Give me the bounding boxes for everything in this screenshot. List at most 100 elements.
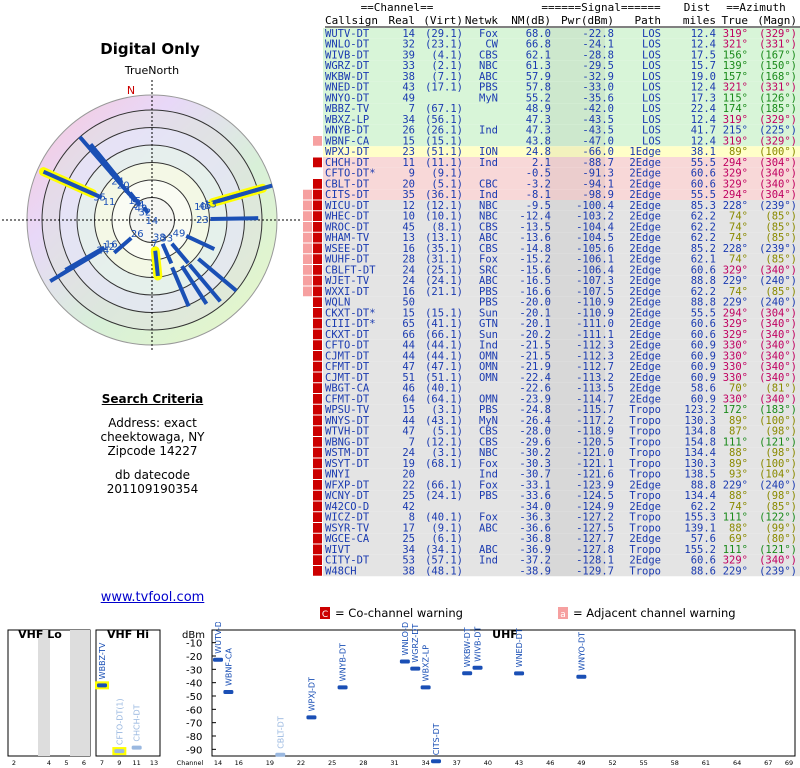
criteria-city: cheektowaga, NY bbox=[100, 430, 205, 444]
table-col-header: Real bbox=[389, 14, 416, 27]
adj-channel-flag bbox=[303, 189, 312, 200]
co-channel-flag bbox=[313, 329, 322, 340]
band-label: VHF Hi bbox=[107, 628, 149, 641]
station-label: WNED-DT bbox=[515, 628, 524, 667]
x-tick-label: 4 bbox=[47, 759, 51, 767]
y-tick-label: -50 bbox=[186, 692, 202, 703]
table-cell: -129.7 bbox=[576, 565, 614, 577]
station-mark bbox=[420, 685, 431, 690]
station-mark bbox=[275, 752, 286, 757]
station-label: WBNF-CA bbox=[224, 648, 233, 686]
co-channel-flag bbox=[313, 533, 322, 544]
station-label: CITS-DT bbox=[432, 723, 441, 755]
table-cell: (48.1) bbox=[425, 565, 463, 577]
x-tick-label: 16 bbox=[235, 759, 243, 767]
gap-band bbox=[38, 630, 50, 756]
table-col-header: Netwk bbox=[465, 14, 498, 27]
x-tick-label: 43 bbox=[515, 759, 523, 767]
co-channel-flag bbox=[313, 383, 322, 393]
co-channel-flag bbox=[313, 372, 322, 383]
adj-channel-flag bbox=[303, 211, 312, 221]
y-tick-label: -30 bbox=[186, 665, 202, 676]
station-label: CHCH-DT bbox=[133, 704, 142, 741]
x-tick-label: 13 bbox=[150, 759, 158, 767]
table-col-header: NM(dB) bbox=[511, 14, 551, 27]
page-title: Digital Only bbox=[100, 40, 200, 58]
co-channel-flag bbox=[313, 458, 322, 469]
site-link[interactable]: www.tvfool.com bbox=[60, 590, 245, 605]
polar-station-label: 23 bbox=[196, 215, 209, 226]
x-tick-label: 5 bbox=[64, 759, 68, 767]
table-group-header: ==Azimuth bbox=[726, 1, 786, 14]
adj-channel-flag bbox=[303, 222, 312, 232]
station-label: WNYB-DT bbox=[339, 643, 348, 681]
x-tick-label: 69 bbox=[785, 759, 793, 767]
station-mark bbox=[576, 674, 587, 679]
co-channel-flag bbox=[313, 512, 322, 522]
x-tick-label: 19 bbox=[266, 759, 274, 767]
polar-plot: TrueNorthN242091534433214351110451323493… bbox=[2, 64, 300, 350]
y-tick-label: -60 bbox=[186, 705, 202, 716]
table-col-header: True bbox=[722, 14, 749, 27]
adj-channel-flag bbox=[313, 136, 322, 146]
co-channel-flag bbox=[313, 200, 322, 211]
co-channel-flag bbox=[313, 469, 322, 479]
polar-station-label: 24 bbox=[97, 246, 110, 257]
y-tick-label: -10 bbox=[186, 639, 202, 650]
co-channel-flag bbox=[313, 523, 322, 533]
table-cell: (21.1) bbox=[425, 286, 463, 298]
polar-n-letter: N bbox=[127, 84, 135, 97]
table-group-header: Dist bbox=[684, 1, 711, 14]
table-cell: ABC bbox=[479, 522, 498, 534]
x-tick-label: 46 bbox=[546, 759, 554, 767]
table-cell: Ind bbox=[479, 125, 498, 137]
band-label: UHF bbox=[492, 628, 518, 641]
station-label: WBBZ-TV bbox=[98, 642, 107, 679]
x-tick-label: 14 bbox=[214, 759, 222, 767]
table-col-header: Callsign bbox=[325, 14, 378, 27]
co-channel-flag bbox=[313, 447, 322, 458]
station-mark bbox=[223, 690, 234, 694]
co-channel-flag bbox=[313, 265, 322, 275]
search-criteria: Search Criteria Address: exact cheektowa… bbox=[60, 392, 245, 496]
table-group-header: ======Signal====== bbox=[541, 1, 661, 14]
table-group-header: ==Channel== bbox=[361, 1, 434, 14]
x-tick-label: 9 bbox=[117, 759, 121, 767]
station-label: WGRZ-DT bbox=[411, 624, 420, 663]
station-table: ==Channel== ======Signal====== Dist ==Azimu… bbox=[301, 0, 800, 605]
co-channel-flag bbox=[313, 404, 322, 415]
co-channel-flag bbox=[313, 437, 322, 447]
x-tick-label: 2 bbox=[12, 759, 16, 767]
criteria-db-code: 201109190354 bbox=[106, 482, 199, 496]
spectrum-chart: VHF Lo VHF Hi UHFdBm-10-20-30-40-50-60-70-… bbox=[7, 622, 796, 767]
x-tick-label: 28 bbox=[359, 759, 367, 767]
station-mark bbox=[431, 759, 442, 764]
co-channel-flag bbox=[313, 394, 322, 404]
polar-station-label: 14 bbox=[146, 216, 159, 227]
x-tick-label: 52 bbox=[608, 759, 616, 767]
co-channel-flag bbox=[313, 275, 322, 286]
station-mark bbox=[337, 685, 348, 690]
table-cell: MyN bbox=[479, 92, 498, 104]
station-label: WKBW-DT bbox=[463, 627, 472, 667]
station-label: CBLT-DT bbox=[276, 716, 285, 749]
x-tick-label: 64 bbox=[733, 759, 741, 767]
co-channel-flag bbox=[313, 340, 322, 350]
x-tick-label: 25 bbox=[328, 759, 336, 767]
station-mark bbox=[306, 715, 317, 720]
station-mark bbox=[399, 659, 410, 664]
station-mark bbox=[472, 665, 483, 670]
co-channel-flag bbox=[313, 426, 322, 436]
criteria-address: Address: exact bbox=[108, 416, 197, 430]
adj-channel-flag bbox=[303, 275, 312, 286]
legend-adj-text: = Adjacent channel warning bbox=[573, 606, 736, 620]
x-tick-label: 6 bbox=[82, 759, 86, 767]
co-channel-flag bbox=[313, 243, 322, 254]
co-channel-flag bbox=[313, 232, 322, 243]
station-mark bbox=[514, 671, 525, 676]
table-cell: PBS bbox=[479, 490, 498, 502]
x-tick-label: 31 bbox=[390, 759, 398, 767]
x-tick-label: 7 bbox=[100, 759, 104, 767]
station-mark bbox=[97, 683, 107, 688]
co-channel-flag bbox=[313, 222, 322, 232]
